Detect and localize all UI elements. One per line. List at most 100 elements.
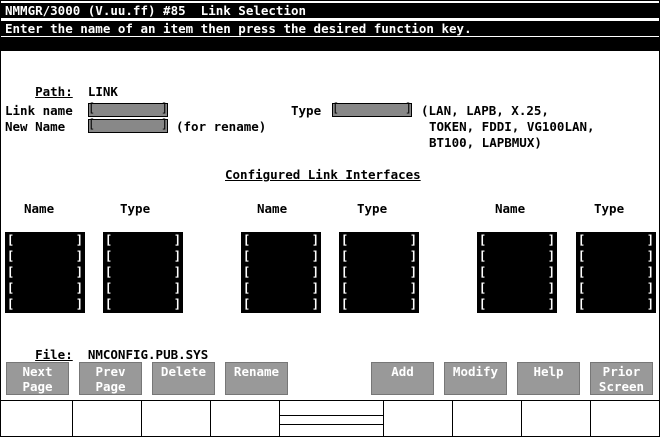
right-bracket: ] [311, 249, 319, 263]
list-row-field[interactable]: [] [339, 232, 419, 248]
right-bracket: ] [409, 249, 417, 263]
left-bracket: [ [578, 281, 586, 295]
list-row-field[interactable]: [] [477, 296, 557, 312]
left-bracket: [ [341, 281, 349, 295]
list-row-field[interactable]: [] [103, 232, 183, 248]
left-bracket: [ [479, 265, 487, 279]
fkey-label-1: Prior [602, 364, 641, 379]
new-name-field[interactable] [88, 117, 168, 133]
list-row-field[interactable]: [] [576, 280, 656, 296]
list-row-field[interactable]: [] [241, 296, 321, 312]
left-bracket: [ [578, 297, 586, 311]
list-row-field[interactable]: [] [103, 280, 183, 296]
center-divider [280, 415, 383, 425]
list-row-field[interactable]: [] [241, 280, 321, 296]
fkey-label-1: Prev [95, 364, 126, 379]
new-name-label: New Name [5, 119, 66, 134]
right-bracket: ] [547, 249, 555, 263]
path-value: LINK [87, 84, 118, 99]
right-bracket: ] [646, 297, 654, 311]
right-bracket: ] [75, 233, 83, 247]
right-bracket: ] [75, 281, 83, 295]
key-cell [591, 401, 659, 436]
left-bracket: [ [341, 233, 349, 247]
command-line[interactable]: Command: [1, 37, 659, 65]
delete-key[interactable]: Delete [152, 362, 215, 395]
list-row-field[interactable]: [] [241, 264, 321, 280]
list-row-field[interactable]: [] [576, 248, 656, 264]
list-row-field[interactable]: [] [339, 248, 419, 264]
fkey-label-1: Add [391, 364, 414, 379]
left-bracket: [ [105, 233, 113, 247]
add-key[interactable]: Add [371, 362, 434, 395]
list-row-field[interactable]: [] [477, 280, 557, 296]
left-bracket: [ [479, 233, 487, 247]
right-bracket: ] [646, 281, 654, 295]
fkey-label-1: Modify [452, 364, 499, 379]
right-bracket: ] [547, 281, 555, 295]
list-row-field[interactable]: [] [5, 232, 85, 248]
list-row-field[interactable]: [] [477, 248, 557, 264]
key-cell [142, 401, 211, 436]
left-bracket: [ [7, 265, 15, 279]
instruction-line: Enter the name of an item then press the… [1, 21, 659, 36]
column-header-name: Name [257, 201, 288, 216]
right-bracket: ] [75, 297, 83, 311]
column-header-type: Type [357, 201, 388, 216]
list-row-field[interactable]: [] [103, 264, 183, 280]
right-bracket: ] [409, 233, 417, 247]
left-bracket: [ [341, 297, 349, 311]
type-column-1: [][][][][] [103, 232, 183, 313]
prev-page-key[interactable]: Prev Page [79, 362, 142, 395]
left-bracket: [ [479, 249, 487, 263]
list-row-field[interactable]: [] [5, 280, 85, 296]
name-column-2: [][][][][] [241, 232, 321, 313]
terminal-screen: NMMGR/3000 (V.uu.ff) #85 Link Selection … [0, 0, 660, 437]
function-key-cells [1, 400, 659, 436]
list-row-field[interactable]: [] [576, 296, 656, 312]
for-rename-label: (for rename) [176, 119, 267, 134]
right-bracket: ] [646, 233, 654, 247]
right-bracket: ] [173, 265, 181, 279]
help-key[interactable]: Help [517, 362, 580, 395]
list-row-field[interactable]: [] [103, 248, 183, 264]
right-bracket: ] [547, 297, 555, 311]
prior-screen-key[interactable]: Prior Screen [590, 362, 653, 395]
list-row-field[interactable]: [] [576, 264, 656, 280]
right-bracket: ] [547, 233, 555, 247]
list-row-field[interactable]: [] [339, 280, 419, 296]
list-row-field[interactable]: [] [241, 248, 321, 264]
column-header-type: Type [120, 201, 151, 216]
left-bracket: [ [578, 249, 586, 263]
list-row-field[interactable]: [] [477, 264, 557, 280]
type-field[interactable] [332, 101, 412, 117]
list-row-field[interactable]: [] [339, 264, 419, 280]
key-cell [1, 401, 73, 436]
right-bracket: ] [173, 297, 181, 311]
modify-key[interactable]: Modify [444, 362, 507, 395]
list-row-field[interactable]: [] [576, 232, 656, 248]
type-column-3: [][][][][] [576, 232, 656, 313]
command-label: Command: [35, 50, 96, 65]
fkey-label-1: Help [533, 364, 564, 379]
list-row-field[interactable]: [] [5, 264, 85, 280]
list-row-field[interactable]: [] [103, 296, 183, 312]
right-bracket: ] [409, 265, 417, 279]
column-header-name: Name [495, 201, 526, 216]
left-bracket: [ [243, 265, 251, 279]
path-label: Path: [35, 84, 73, 99]
file-value: NMCONFIG.PUB.SYS [87, 347, 209, 362]
rename-key[interactable]: Rename [225, 362, 288, 395]
left-bracket: [ [243, 249, 251, 263]
link-name-field[interactable] [88, 101, 168, 117]
list-row-field[interactable]: [] [5, 296, 85, 312]
left-bracket: [ [7, 297, 15, 311]
fkey-label-1: Delete [160, 364, 207, 379]
list-row-field[interactable]: [] [339, 296, 419, 312]
link-name-label: Link name [5, 103, 73, 118]
list-row-field[interactable]: [] [241, 232, 321, 248]
list-row-field[interactable]: [] [5, 248, 85, 264]
next-page-key[interactable]: Next Page [6, 362, 69, 395]
key-cell [384, 401, 453, 436]
list-row-field[interactable]: [] [477, 232, 557, 248]
